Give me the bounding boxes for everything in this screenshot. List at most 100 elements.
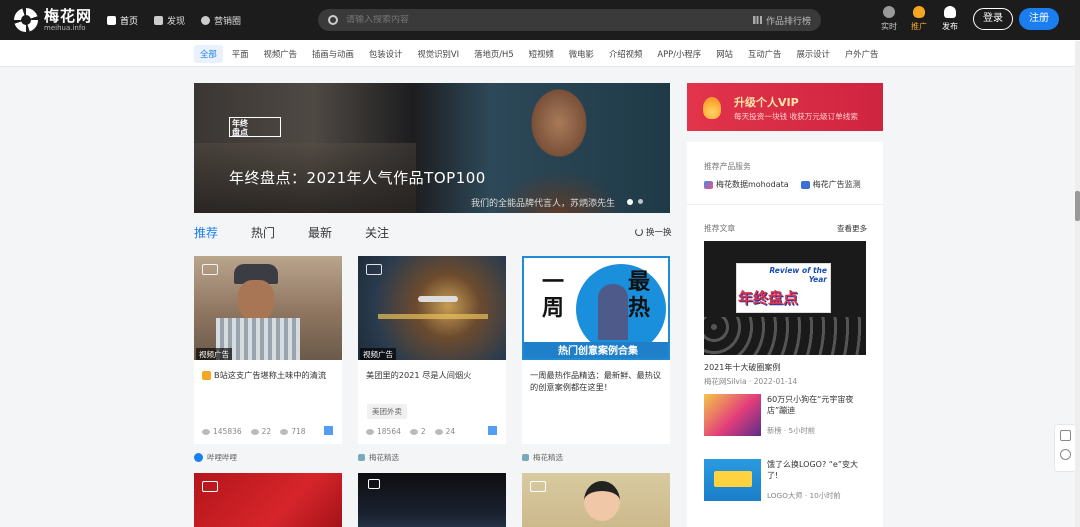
card-thumbnail: 视频广告 — [194, 256, 342, 360]
banner-badge: 年终 盘点 — [229, 117, 281, 137]
category-item[interactable]: 视频广告 — [258, 45, 304, 63]
work-card[interactable]: 视频广告 B站这支广告堪称土味中的清流 145836 22 718 — [194, 256, 342, 444]
banner-subtitle: 我们的全能品牌代言人，苏炳添先生 — [471, 199, 616, 209]
author-name: 梅花精选 — [533, 453, 563, 462]
nav-discover[interactable]: 发现 — [154, 14, 185, 27]
category-item[interactable]: 互动广告 — [742, 45, 788, 63]
eye-icon — [202, 429, 210, 435]
feedback-icon[interactable] — [1059, 449, 1071, 460]
feed-tabs: 推荐 热门 最新 关注 — [194, 224, 422, 241]
category-item[interactable]: APP/小程序 — [651, 45, 707, 63]
caption-strip — [378, 314, 488, 319]
featured-article-meta: 梅花网Silvia · 2022-01-14 — [704, 377, 798, 386]
category-item[interactable]: 微电影 — [563, 45, 600, 63]
article-item[interactable]: 饿了么换LOGO? “e”变大了! LOGO大师 · 10小时前 — [704, 459, 866, 501]
banner-badge-line1: 年终 — [232, 119, 248, 128]
more-link[interactable]: 查看更多 — [837, 223, 867, 234]
img-char: 最 — [628, 270, 651, 295]
nav-marketing[interactable]: 营销圈 — [201, 14, 241, 27]
card-author[interactable]: 梅花精选 — [522, 452, 563, 463]
comments-count: 22 — [261, 427, 272, 436]
card-title: 一周最热作品精选：最新鲜、最热议的创意案例都在这里！ — [530, 370, 662, 392]
card-author[interactable]: 梅花精选 — [358, 452, 399, 463]
work-card[interactable] — [194, 473, 342, 527]
category-all[interactable]: 全部 — [194, 44, 223, 63]
tab-following[interactable]: 关注 — [365, 224, 389, 241]
category-item[interactable]: 插画与动画 — [306, 45, 360, 63]
featured-article-image[interactable]: Review of the Year 年终盘点 — [704, 241, 866, 355]
card-author[interactable]: 哔哩哔哩 — [194, 452, 237, 463]
tab-recommend[interactable]: 推荐 — [194, 224, 218, 241]
divider — [687, 204, 883, 205]
service-ad-monitor[interactable]: 梅花广告监测 — [800, 179, 861, 190]
category-item[interactable]: 网站 — [710, 45, 739, 63]
work-card[interactable]: 视频广告 美团里的2021 尽是人间烟火 美团外卖 18564 2 24 — [358, 256, 506, 444]
work-card[interactable]: 一周 最热 热门创意案例合集 一周最热作品精选：最新鲜、最热议的创意案例都在这里… — [522, 256, 670, 444]
card-title-text: B站这支广告堪称土味中的清流 — [214, 370, 327, 380]
article-meta: LOGO大师 · 10小时前 — [767, 491, 841, 500]
article-item[interactable]: 60万只小狗在“元宇宙夜店”蹦迪 新榜 · 5小时前 — [704, 394, 866, 436]
home-icon — [107, 16, 116, 25]
image-caption: 热门创意案例合集 — [524, 342, 668, 358]
category-item[interactable]: 平面 — [226, 45, 255, 63]
card-stats: 145836 22 718 — [202, 427, 306, 436]
scrollbar-thumb[interactable] — [1075, 191, 1080, 221]
mohodata-icon — [704, 180, 713, 189]
article-title: 60万只小狗在“元宇宙夜店”蹦迪 — [767, 395, 854, 415]
eye-icon — [366, 429, 374, 435]
tab-hot[interactable]: 热门 — [251, 224, 275, 241]
views-count: 18564 — [377, 427, 401, 436]
logo-name-cn: 梅花网 — [44, 7, 93, 25]
featured-article-title[interactable]: 2021年十大破圈案例 — [704, 362, 780, 373]
publish-button[interactable]: 发布 — [938, 6, 962, 32]
rank-link[interactable]: 作品排行榜 — [752, 14, 811, 27]
tab-latest[interactable]: 最新 — [308, 224, 332, 241]
service-label: 梅花数据mohodata — [716, 180, 789, 189]
search-icon[interactable] — [328, 15, 338, 25]
nav-home[interactable]: 首页 — [107, 14, 138, 27]
work-card[interactable] — [522, 473, 670, 527]
flame-icon — [913, 6, 925, 18]
category-item[interactable]: 展示设计 — [790, 45, 836, 63]
qr-code-icon[interactable] — [488, 426, 497, 435]
nav-marketing-label: 营销圈 — [214, 17, 242, 27]
search-input[interactable] — [346, 15, 753, 25]
refresh-button[interactable]: 换一换 — [635, 226, 672, 238]
heart-icon — [280, 429, 289, 435]
site-logo[interactable]: 梅花网 meihua.info — [14, 8, 92, 32]
card-stats: 18564 2 24 — [366, 427, 455, 436]
carousel-dot[interactable] — [638, 199, 643, 204]
hero-banner[interactable]: 年终 盘点 年终盘点：2021年人气作品TOP100 我们的全能品牌代言人，苏炳添… — [194, 83, 670, 213]
qr-code-icon[interactable] — [324, 426, 333, 435]
qr-code-icon[interactable] — [1059, 430, 1071, 441]
promote-label: 推广 — [911, 22, 927, 31]
register-button[interactable]: 注册 — [1019, 8, 1059, 30]
live-icon — [883, 6, 895, 18]
compass-icon — [201, 16, 211, 25]
banner-person-image — [499, 83, 670, 213]
service-mohodata[interactable]: 梅花数据mohodata — [704, 179, 789, 190]
realtime-button[interactable]: 实时 — [877, 6, 901, 32]
keyword-tag[interactable]: 美团外卖 — [367, 404, 407, 419]
login-button[interactable]: 登录 — [973, 8, 1013, 30]
category-item[interactable]: 短视频 — [523, 45, 560, 63]
category-item[interactable]: 视觉识别VI — [411, 45, 465, 63]
category-item[interactable]: 介绍视频 — [603, 45, 649, 63]
carousel-dot-active[interactable] — [627, 199, 633, 205]
work-card[interactable] — [358, 473, 506, 527]
category-item[interactable]: 落地页/H5 — [468, 45, 520, 63]
author-name: 哔哩哔哩 — [207, 453, 237, 462]
refresh-icon — [635, 228, 643, 236]
card-tag: 视频广告 — [196, 348, 232, 360]
category-item[interactable]: 包装设计 — [363, 45, 409, 63]
rank-label: 作品排行榜 — [765, 16, 811, 27]
floating-toolbar — [1054, 424, 1076, 472]
scrollbar[interactable] — [1075, 41, 1080, 527]
vip-banner[interactable]: 升级个人VIP 每天投资一块钱 收获万元级订单线索 — [687, 83, 883, 131]
img-char: 周 — [542, 296, 565, 321]
category-bar: 全部 平面 视频广告 插画与动画 包装设计 视觉识别VI 落地页/H5 短视频 … — [0, 40, 1080, 67]
service-label: 梅花广告监测 — [812, 180, 861, 189]
likes-count: 718 — [291, 427, 306, 436]
promote-button[interactable]: 推广 — [907, 6, 931, 32]
category-item[interactable]: 户外广告 — [839, 45, 880, 63]
